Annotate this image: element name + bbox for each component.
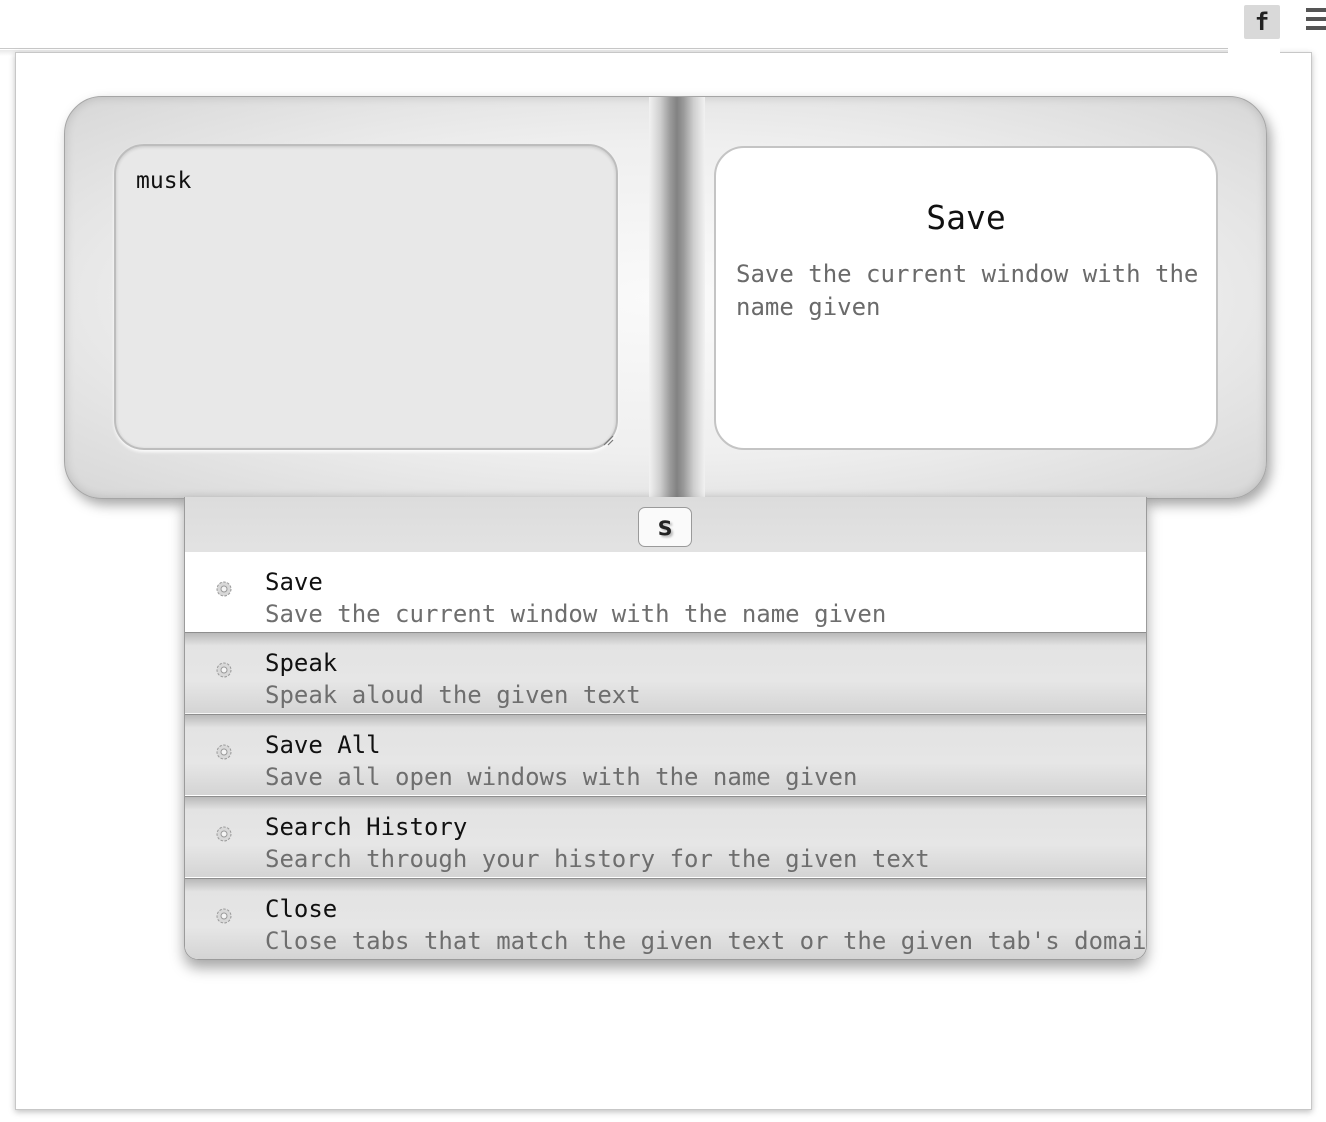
gear-icon	[216, 908, 232, 924]
detail-title: Save	[926, 198, 1006, 237]
gear-icon	[216, 826, 232, 842]
resize-grip-icon[interactable]	[602, 434, 614, 446]
result-description: Close tabs that match the given text or …	[265, 927, 1147, 955]
result-item-save-all[interactable]: Save All Save all open windows with the …	[185, 714, 1146, 795]
command-detail-panel: Save Save the current window with the na…	[714, 146, 1218, 450]
command-input[interactable]: musk	[114, 144, 618, 450]
popup-notch	[1228, 44, 1280, 56]
result-item-speak[interactable]: Speak Speak aloud the given text	[185, 632, 1146, 713]
result-description: Save the current window with the name gi…	[265, 600, 887, 628]
result-description: Search through your history for the give…	[265, 845, 930, 873]
gear-icon	[216, 581, 232, 597]
hamburger-menu-icon[interactable]	[1306, 8, 1326, 38]
result-title: Save	[265, 568, 323, 596]
result-description: Speak aloud the given text	[265, 681, 641, 709]
gear-icon	[216, 662, 232, 678]
result-item-close[interactable]: Close Close tabs that match the given te…	[185, 878, 1146, 959]
extension-label: f	[1254, 8, 1270, 36]
result-title: Search History	[265, 813, 468, 841]
toolbar-border	[0, 48, 1228, 49]
card-divider	[649, 97, 705, 498]
result-item-save[interactable]: Save Save the current window with the na…	[185, 552, 1146, 632]
result-title: Save All	[265, 731, 381, 759]
result-description: Save all open windows with the name give…	[265, 763, 858, 791]
result-title: Close	[265, 895, 338, 923]
gear-icon	[216, 744, 232, 760]
extension-f-icon[interactable]: f	[1244, 5, 1280, 39]
query-badge: s	[638, 507, 692, 547]
results-list: s Save Save the current window with the …	[184, 497, 1147, 960]
result-item-search-history[interactable]: Search History Search through your histo…	[185, 796, 1146, 877]
browser-toolbar: f	[0, 0, 1326, 56]
detail-description: Save the current window with the name gi…	[736, 260, 1199, 321]
result-title: Speak	[265, 649, 338, 677]
command-input-text[interactable]: musk	[136, 168, 191, 194]
